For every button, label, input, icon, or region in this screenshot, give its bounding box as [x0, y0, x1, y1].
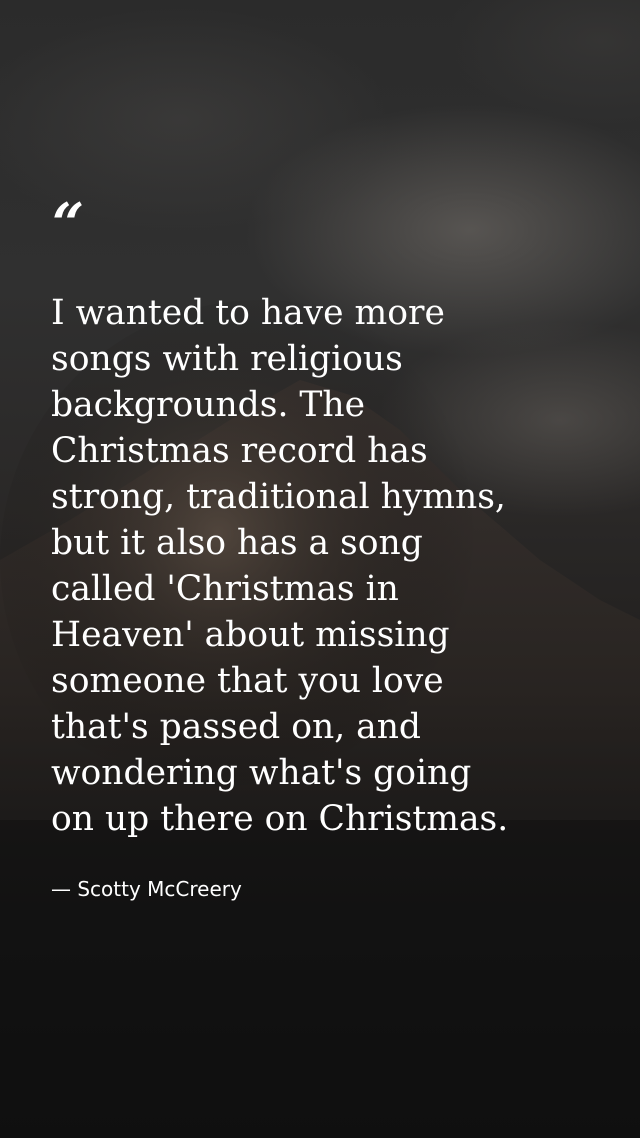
quote-author: — Scotty McCreery [51, 877, 242, 901]
quote-text: I wanted to have more songs with religio… [51, 293, 509, 839]
quotation-mark-icon: “ [52, 191, 85, 257]
quote-card: “ I wanted to have more songs with relig… [0, 0, 640, 1138]
